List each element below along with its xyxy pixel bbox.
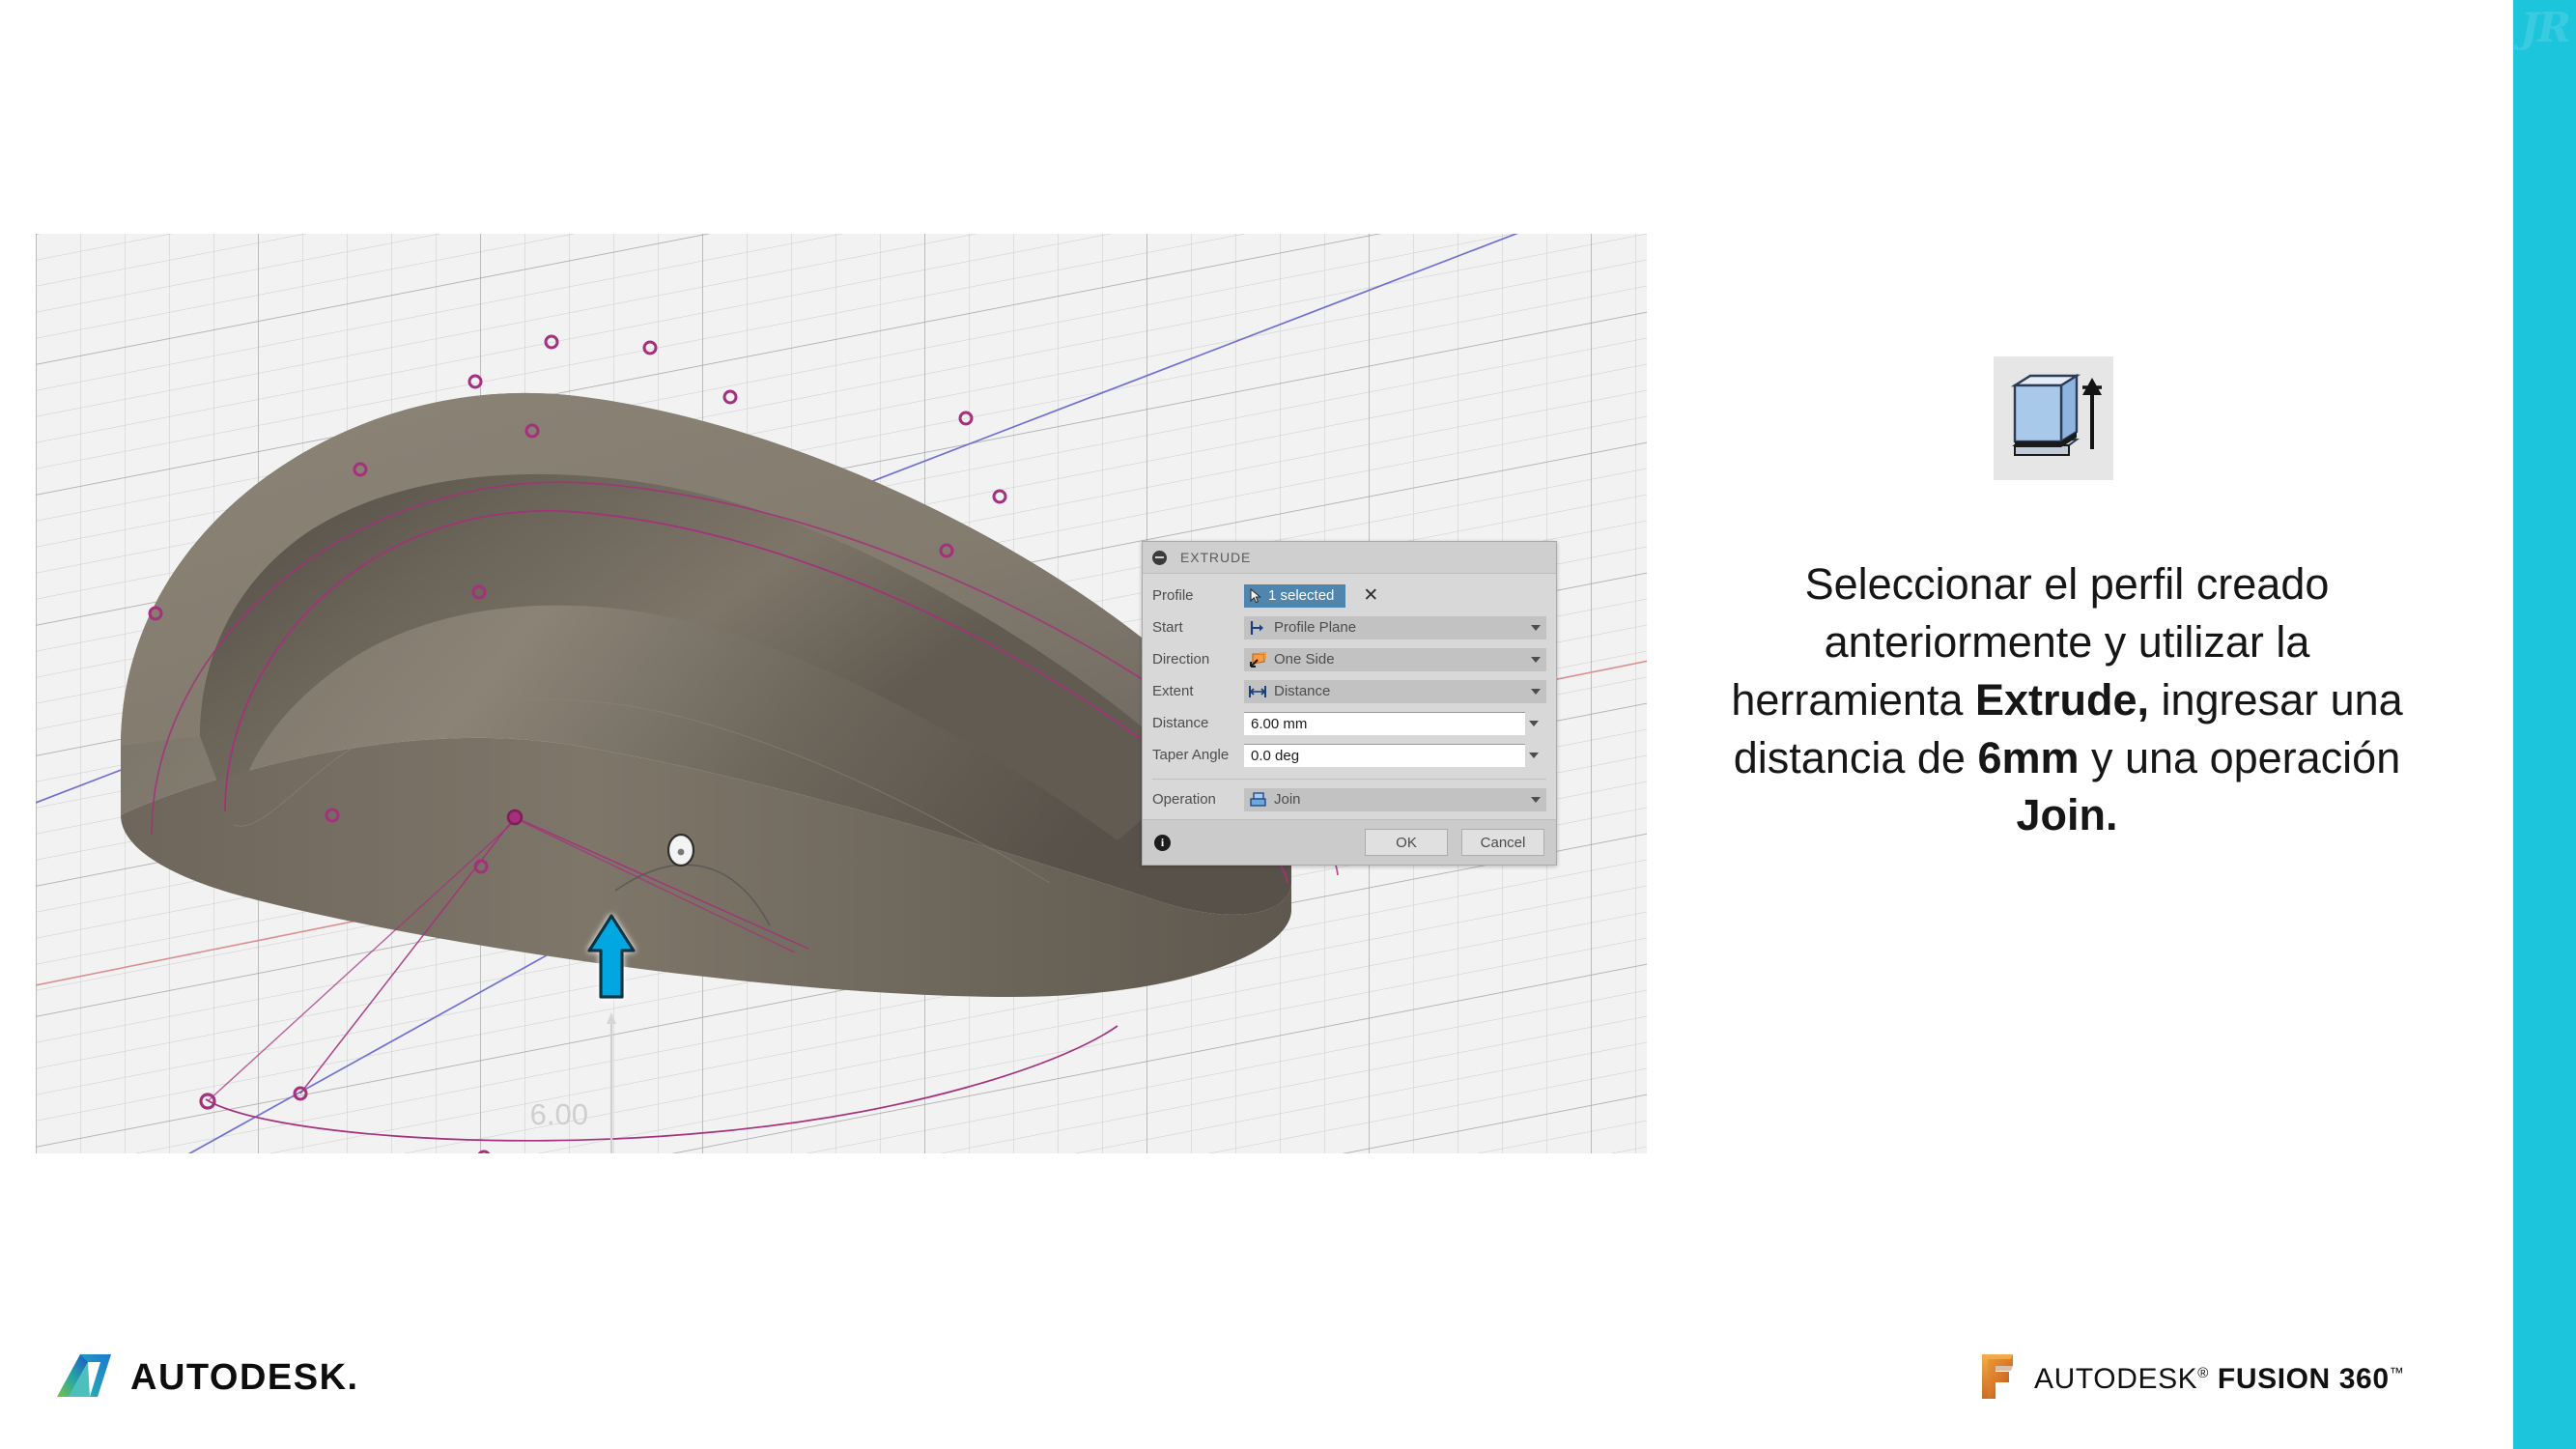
direction-dropdown[interactable]: One Side	[1244, 647, 1546, 671]
chevron-down-icon[interactable]	[1529, 753, 1539, 758]
distance-input[interactable]: 6.00 mm	[1244, 711, 1539, 735]
fusion-product-trademark: ™	[2389, 1364, 2405, 1381]
dialog-section-divider	[1152, 779, 1546, 780]
dialog-title: EXTRUDE	[1180, 550, 1252, 565]
slide-caption: Seleccionar el perfil creado anteriormen…	[1705, 555, 2429, 844]
dialog-row-direction[interactable]: Direction One Side	[1152, 643, 1546, 675]
extrude-tool-icon	[1994, 356, 2113, 480]
cursor-arrow-icon	[1250, 587, 1262, 604]
extent-dropdown[interactable]: Distance	[1244, 679, 1546, 703]
profile-selection-chip[interactable]: 1 selected	[1244, 583, 1346, 608]
distance-icon	[1248, 682, 1267, 701]
caption-run-3: 6mm	[1977, 732, 2080, 782]
caption-run-4: y una operación	[2079, 732, 2401, 782]
row-label-profile: Profile	[1152, 587, 1194, 604]
dialog-row-operation[interactable]: Operation Join	[1152, 783, 1546, 815]
dialog-row-distance[interactable]: Distance 6.00 mm	[1152, 707, 1546, 739]
row-label-operation: Operation	[1152, 791, 1216, 808]
extrude-dialog[interactable]: EXTRUDE Profile 1 selected ✕ Start Profi…	[1142, 541, 1557, 866]
autodesk-wordmark-period: .	[347, 1357, 359, 1398]
direction-value: One Side	[1274, 651, 1335, 668]
chevron-down-icon[interactable]	[1531, 656, 1541, 663]
row-label-start: Start	[1152, 619, 1183, 636]
caption-run-1: Extrude,	[1974, 674, 2149, 724]
chevron-down-icon[interactable]	[1529, 721, 1539, 726]
fusion360-logo: AUTODESK® FUSION 360™	[1976, 1350, 2404, 1407]
autodesk-a-mark	[55, 1350, 115, 1406]
fusion-wordmark: AUTODESK® FUSION 360™	[2034, 1363, 2404, 1396]
accent-bar: JR	[2513, 0, 2576, 1449]
clear-selection-button[interactable]: ✕	[1363, 586, 1378, 605]
cancel-button[interactable]: Cancel	[1461, 829, 1544, 856]
join-icon	[1248, 790, 1267, 810]
chevron-down-icon[interactable]	[1531, 688, 1541, 695]
dialog-header[interactable]: EXTRUDE	[1143, 542, 1556, 574]
row-label-distance: Distance	[1152, 715, 1209, 731]
profile-selection-count: 1 selected	[1268, 587, 1335, 604]
profile-plane-icon	[1248, 618, 1267, 638]
taper-angle-input[interactable]: 0.0 deg	[1244, 743, 1539, 767]
autodesk-wordmark: AUTODESK.	[130, 1357, 359, 1399]
dialog-row-taper-angle[interactable]: Taper Angle 0.0 deg	[1152, 739, 1546, 771]
dialog-body: Profile 1 selected ✕ Start Profile Plane	[1143, 574, 1556, 819]
taper-angle-input-value: 0.0 deg	[1251, 747, 1300, 764]
fusion-brand-text: AUTODESK	[2034, 1362, 2198, 1395]
fusion-product-text: FUSION 360	[2217, 1362, 2390, 1395]
row-label-direction: Direction	[1152, 651, 1210, 668]
minus-circle-icon[interactable]	[1152, 550, 1167, 565]
fusion-brand-registered: ®	[2197, 1364, 2209, 1381]
operation-value: Join	[1274, 791, 1301, 808]
one-side-icon	[1248, 650, 1267, 669]
autodesk-logo: AUTODESK.	[55, 1350, 359, 1406]
chevron-down-icon[interactable]	[1531, 624, 1541, 631]
ok-button[interactable]: OK	[1365, 829, 1448, 856]
extent-value: Distance	[1274, 683, 1331, 699]
row-label-taper-angle: Taper Angle	[1152, 747, 1230, 763]
start-value: Profile Plane	[1274, 619, 1357, 636]
row-label-extent: Extent	[1152, 683, 1194, 699]
dialog-row-extent[interactable]: Extent Distance	[1152, 675, 1546, 707]
dialog-row-start[interactable]: Start Profile Plane	[1152, 611, 1546, 643]
start-dropdown[interactable]: Profile Plane	[1244, 615, 1546, 639]
operation-dropdown[interactable]: Join	[1244, 787, 1546, 811]
dialog-footer: i OK Cancel	[1143, 819, 1556, 865]
accent-watermark: JR	[2520, 4, 2571, 51]
distance-input-value: 6.00 mm	[1251, 715, 1308, 732]
autodesk-wordmark-text: AUTODESK	[130, 1357, 348, 1398]
dialog-row-profile[interactable]: Profile 1 selected ✕	[1152, 580, 1546, 611]
caption-run-5: Join.	[2016, 790, 2118, 840]
arc-handle[interactable]	[666, 833, 695, 867]
chevron-down-icon[interactable]	[1531, 796, 1541, 803]
fusion-f-mark	[1976, 1350, 2021, 1407]
info-icon[interactable]: i	[1154, 834, 1171, 851]
dimension-value-text: 6.00	[530, 1097, 588, 1131]
